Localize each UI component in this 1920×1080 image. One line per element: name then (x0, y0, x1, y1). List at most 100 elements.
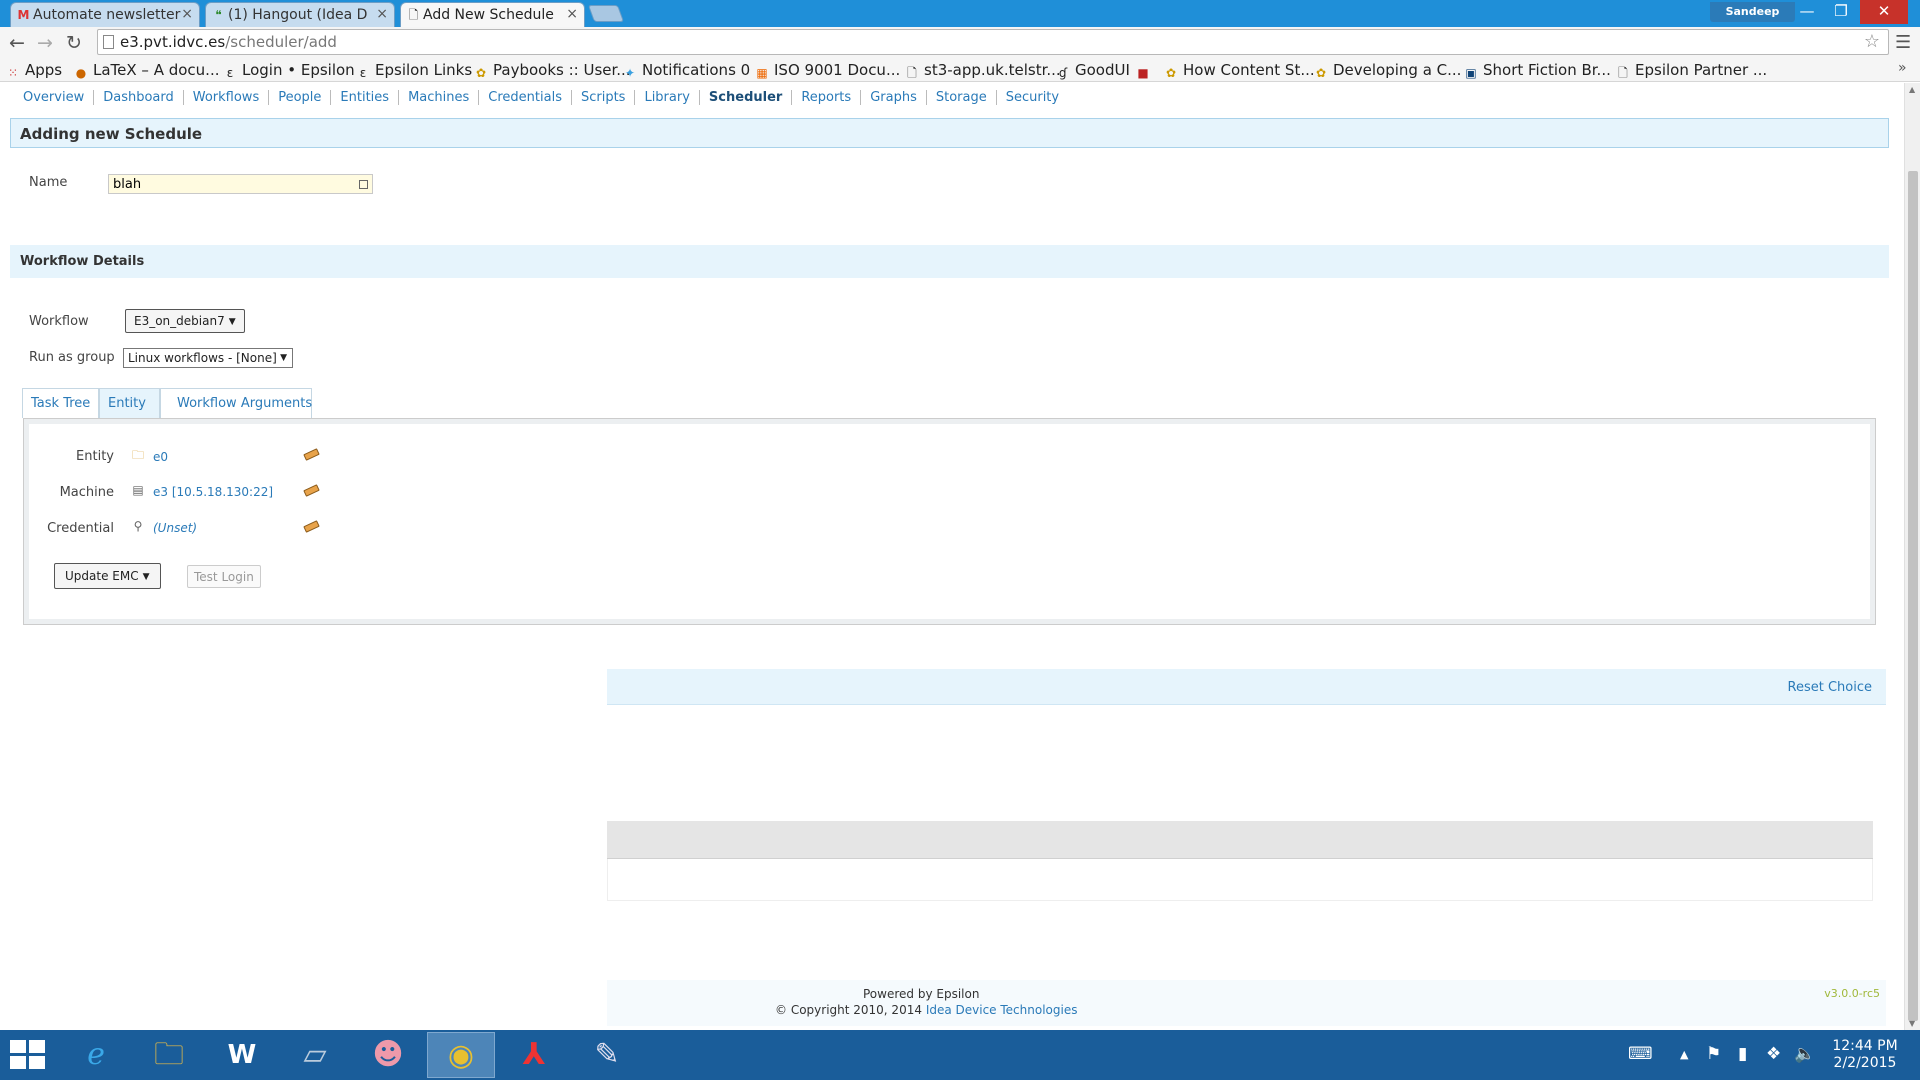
iso-icon: ▦ (756, 66, 768, 80)
nav-scheduler[interactable]: Scheduler (698, 90, 792, 105)
new-tab-button[interactable] (587, 5, 625, 22)
paint-icon[interactable]: ✎ (573, 1032, 641, 1078)
credential-link[interactable]: (Unset) (153, 521, 197, 535)
scrollbar-thumb[interactable] (1908, 171, 1918, 1021)
edit-credential-icon[interactable] (303, 520, 320, 533)
browser-tab-hangout[interactable]: ❝ (1) Hangout (Idea D × (205, 2, 395, 27)
machine-link[interactable]: e3 [10.5.18.130:22] (153, 485, 273, 499)
user-badge[interactable]: Sandeep (1710, 2, 1795, 22)
nav-scripts[interactable]: Scripts (570, 90, 635, 105)
chrome-icon[interactable]: ◉ (427, 1032, 495, 1078)
edit-machine-icon[interactable] (303, 484, 320, 497)
reset-choice-link[interactable]: Reset Choice (1788, 680, 1872, 695)
nav-machines[interactable]: Machines (398, 90, 479, 105)
nav-dashboard[interactable]: Dashboard (93, 90, 183, 105)
action-center-flag-icon[interactable]: ⚑ (1706, 1044, 1721, 1064)
page-scrollbar[interactable]: ▲ ▼ (1904, 83, 1920, 1030)
windows-start-icon[interactable] (10, 1040, 46, 1070)
forward-arrow-icon[interactable]: → (33, 31, 57, 55)
bookmark-paybooks[interactable]: ✿ Paybooks :: User... (474, 61, 631, 80)
nav-workflows[interactable]: Workflows (182, 90, 269, 105)
results-body (607, 859, 1873, 901)
bookmark-red[interactable]: ■ (1136, 61, 1155, 80)
bookmark-apps[interactable]: ⁙ Apps (6, 61, 62, 80)
battery-icon[interactable]: ▮ (1738, 1044, 1747, 1064)
workflow-label: Workflow (29, 314, 89, 329)
run-as-group-select[interactable]: Linux workflows - [None] ▼ (123, 348, 293, 368)
update-emc-button[interactable]: Update EMC ▼ (54, 563, 161, 589)
tab-workflow-arguments[interactable]: Workflow Arguments (160, 388, 312, 418)
bookmark-red-icon: ■ (1137, 66, 1149, 80)
scroll-down-icon[interactable]: ▼ (1909, 1019, 1915, 1028)
close-window-icon[interactable]: ✕ (1860, 0, 1908, 24)
minimize-icon[interactable]: — (1790, 0, 1824, 24)
file-explorer-icon[interactable]: 🗀 (135, 1032, 203, 1078)
browser-tab-strip: M Automate newsletter × ❝ (1) Hangout (I… (0, 0, 1920, 27)
nav-people[interactable]: People (268, 90, 331, 105)
bookmark-latex[interactable]: ● LaTeX – A docu... (74, 61, 220, 80)
tray-expand-icon[interactable]: ▲ (1680, 1048, 1688, 1061)
entity-link[interactable]: e0 (153, 450, 168, 464)
windows-taskbar: ℯ 🗀 W ▱ ☻ ◉ ⅄ ✎ ⌨ ▲ ⚑ ▮ ❖ 🔈 12:44 PM 2/2… (0, 1030, 1920, 1080)
hangout-icon: ❝ (215, 8, 222, 22)
acrobat-icon[interactable]: ⅄ (500, 1032, 568, 1078)
bookmarks-overflow-icon[interactable]: » (1898, 60, 1907, 76)
bookmark-developing[interactable]: ✿ Developing a C... (1314, 61, 1461, 80)
company-link[interactable]: Idea Device Technologies (926, 1003, 1078, 1017)
notepad-icon[interactable]: ▱ (281, 1032, 349, 1078)
paybooks-icon: ✿ (475, 66, 487, 80)
internet-explorer-icon[interactable]: ℯ (62, 1032, 130, 1078)
close-tab-icon[interactable]: × (181, 6, 193, 22)
nav-security[interactable]: Security (995, 90, 1069, 105)
scroll-up-icon[interactable]: ▲ (1909, 85, 1915, 94)
chrome-menu-icon[interactable]: ☰ (1895, 32, 1911, 53)
back-arrow-icon[interactable]: ← (5, 31, 29, 55)
bookmark-login-epsilon[interactable]: ε Login • Epsilon (223, 61, 355, 80)
tab-entity[interactable]: Entity (99, 388, 160, 418)
nav-overview[interactable]: Overview (14, 90, 93, 105)
address-bar[interactable]: e3.pvt.idvc.es/scheduler/add ☆ (97, 29, 1889, 55)
close-tab-icon[interactable]: × (376, 6, 388, 22)
bookmark-notifications[interactable]: ✦ Notifications 0 (623, 61, 750, 80)
entity-folder-icon: 🗀 (131, 448, 144, 462)
bookmark-short-fiction[interactable]: ▣ Short Fiction Br... (1464, 61, 1611, 80)
system-clock[interactable]: 12:44 PM 2/2/2015 (1820, 1038, 1910, 1072)
bookmark-iso-9001[interactable]: ▦ ISO 9001 Docu... (755, 61, 900, 80)
nav-library[interactable]: Library (634, 90, 699, 105)
tab-task-tree[interactable]: Task Tree (22, 388, 99, 418)
version-label: v3.0.0-rc5 (1824, 987, 1880, 1000)
bookmarks-bar: ⁙ Apps ● LaTeX – A docu... ε Login • Epsilo… (0, 58, 1920, 82)
browser-tab-gmail[interactable]: M Automate newsletter × (10, 2, 200, 27)
nav-graphs[interactable]: Graphs (860, 90, 926, 105)
workflow-dropdown[interactable]: E3_on_debian7 ▼ (125, 309, 245, 333)
machine-server-icon: ▤ (132, 483, 144, 497)
reload-icon[interactable]: ↻ (62, 31, 86, 55)
powered-by: Powered by Epsilon (863, 987, 980, 1001)
nav-storage[interactable]: Storage (925, 90, 996, 105)
close-tab-icon[interactable]: × (566, 6, 578, 22)
maximize-icon[interactable]: ❐ (1824, 0, 1858, 24)
keyboard-icon[interactable]: ⌨ (1628, 1044, 1653, 1064)
test-login-button[interactable]: Test Login (187, 565, 261, 588)
messenger-icon[interactable]: ☻ (354, 1032, 422, 1078)
name-input[interactable] (108, 174, 373, 194)
caret-down-icon: ▼ (228, 317, 236, 327)
bookmark-st3-app[interactable]: 🗋 st3-app.uk.telstr... (905, 61, 1061, 80)
nav-credentials[interactable]: Credentials (478, 90, 571, 105)
input-autofill-icon[interactable] (359, 180, 368, 189)
bookmark-star-icon[interactable]: ☆ (1864, 31, 1880, 52)
browser-tab-add-schedule[interactable]: 🗋 Add New Schedule × (400, 2, 585, 27)
credential-key-icon: ⚲ (133, 519, 143, 533)
edit-entity-icon[interactable] (303, 448, 320, 461)
volume-icon[interactable]: 🔈 (1794, 1044, 1815, 1064)
nav-entities[interactable]: Entities (330, 90, 399, 105)
browser-toolbar: ← → ↻ e3.pvt.idvc.es/scheduler/add ☆ ☰ (0, 27, 1920, 58)
nav-reports[interactable]: Reports (791, 90, 861, 105)
page-icon: 🗋 (1618, 66, 1628, 80)
bookmark-epsilon-links[interactable]: ε Epsilon Links (356, 61, 472, 80)
bookmark-epsilon-partner[interactable]: 🗋 Epsilon Partner ... (1616, 61, 1767, 80)
bookmark-goodui[interactable]: ɠ GoodUI (1056, 61, 1130, 80)
bookmark-how-content[interactable]: ✿ How Content St... (1164, 61, 1315, 80)
dropbox-icon[interactable]: ❖ (1766, 1044, 1781, 1064)
word-icon[interactable]: W (208, 1032, 276, 1078)
